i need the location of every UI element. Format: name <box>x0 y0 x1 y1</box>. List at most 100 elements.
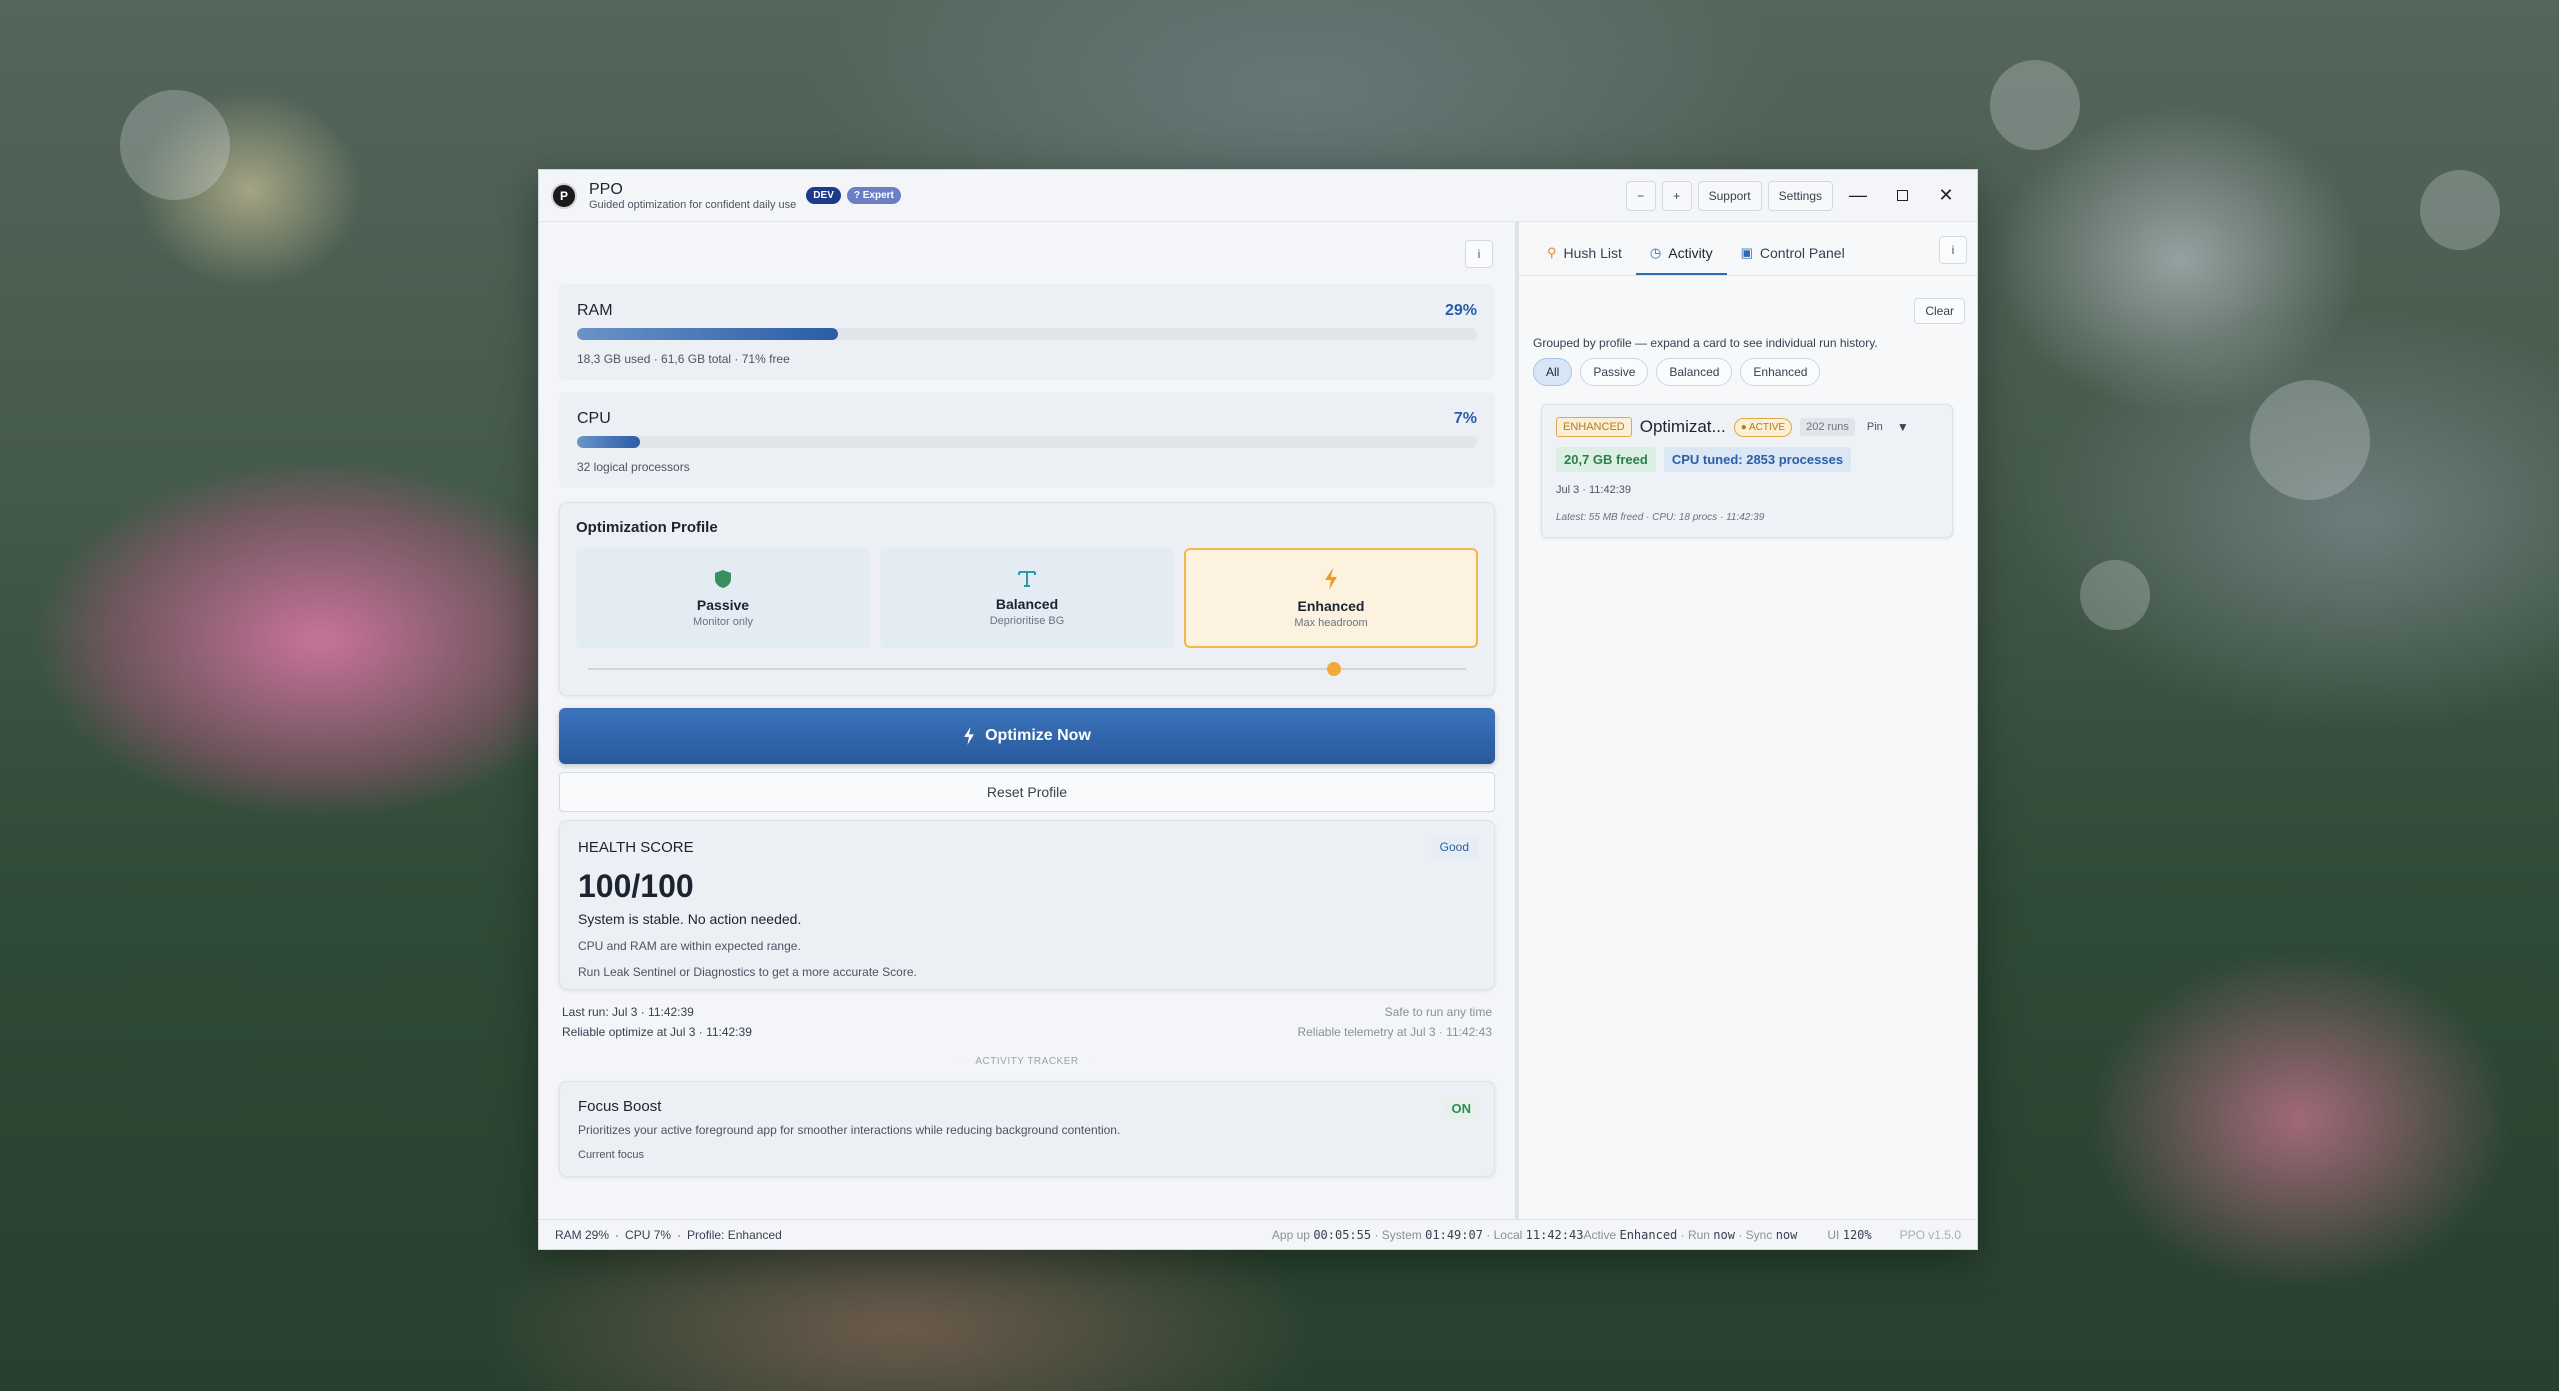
profile-sub: Deprioritise BG <box>989 614 1065 627</box>
clock-icon: ◷ <box>1649 245 1662 260</box>
profile-balanced-button[interactable]: Balanced Deprioritise BG <box>880 548 1174 648</box>
filter-enhanced[interactable]: Enhanced <box>1740 358 1821 386</box>
expert-badge[interactable]: ? Expert <box>846 187 901 204</box>
ram-label: RAM <box>577 302 613 319</box>
cpu-bar <box>577 436 1477 448</box>
reset-profile-button[interactable]: Reset Profile <box>559 772 1495 812</box>
app-logo: P <box>551 182 577 209</box>
current-focus-label: Current focus <box>578 1149 645 1161</box>
profile-name: Passive <box>696 596 750 613</box>
ram-meter: RAM 29% 18,3 GB used · 61,6 GB total · 7… <box>559 284 1495 380</box>
window-body: i RAM 29% 18,3 GB used · 61,6 GB total ·… <box>539 222 1977 1219</box>
health-hint: Run Leak Sentinel or Diagnostics to get … <box>578 965 917 979</box>
filter-chips: All Passive Balanced Enhanced <box>1533 358 1821 386</box>
slider-handle[interactable] <box>1327 662 1342 676</box>
app-window: P PPO Guided optimization for confident … <box>538 169 1978 1250</box>
cpu-tuned-tag: CPU tuned: 2853 processes <box>1663 447 1852 472</box>
last-run-text: Last run: Jul 3 · 11:42:39 <box>562 1005 694 1019</box>
chevron-down-icon[interactable]: ▼ <box>1897 420 1909 434</box>
status-sep: · <box>615 1227 620 1242</box>
status-profile: Profile: Enhanced <box>687 1227 782 1242</box>
status-bar: RAM 29% · CPU 7% · Profile: Enhanced App… <box>539 1219 1977 1249</box>
wallpaper-bokeh <box>2250 380 2370 500</box>
filter-balanced[interactable]: Balanced <box>1656 358 1733 386</box>
tab-label: Control Panel <box>1759 245 1845 261</box>
cpu-bar-fill <box>577 436 640 448</box>
health-detail: CPU and RAM are within expected range. <box>578 939 801 953</box>
maximize-icon[interactable] <box>1883 181 1921 211</box>
health-title: HEALTH SCORE <box>578 839 694 856</box>
side-tabs: ⚲ Hush List ◷ Activity ▣ Control Panel <box>1519 222 1977 276</box>
settings-button[interactable]: Settings <box>1767 180 1833 211</box>
health-score-card: HEALTH SCORE Good 100/100 System is stab… <box>559 820 1495 990</box>
tab-hush-list[interactable]: ⚲ Hush List <box>1533 245 1636 275</box>
tab-activity[interactable]: ◷ Activity <box>1635 245 1727 275</box>
bolt-icon <box>964 727 975 745</box>
wallpaper-bokeh <box>2080 560 2150 630</box>
reliable-telemetry-text: Reliable telemetry at Jul 3 · 11:42:43 <box>1297 1025 1492 1039</box>
safe-run-text: Safe to run any time <box>1384 1005 1492 1019</box>
history-latest: Latest: 55 MB freed · CPU: 18 procs · 11… <box>1556 512 1765 523</box>
status-cpu: CPU 7% <box>625 1227 672 1242</box>
cpu-percent: 7% <box>1453 410 1477 427</box>
focus-toggle[interactable]: ON <box>1444 1098 1478 1119</box>
info-button[interactable]: i <box>1939 236 1967 264</box>
optimize-now-button[interactable]: Optimize Now <box>559 708 1495 764</box>
profile-passive-button[interactable]: Passive Monitor only <box>576 548 870 648</box>
history-date: Jul 3 · 11:42:39 <box>1556 484 1632 496</box>
profile-sub: Monitor only <box>693 615 753 628</box>
wallpaper-bokeh <box>2420 170 2500 250</box>
main-panel: i RAM 29% 18,3 GB used · 61,6 GB total ·… <box>539 222 1519 1219</box>
cpu-detail: 32 logical processors <box>577 460 690 474</box>
reliable-optimize-text: Reliable optimize at Jul 3 · 11:42:39 <box>562 1025 752 1039</box>
panel-spacer <box>559 240 1495 272</box>
support-button[interactable]: Support <box>1697 180 1762 211</box>
app-subtitle: Guided optimization for confident daily … <box>589 198 797 211</box>
shield-icon <box>715 569 731 588</box>
filter-all[interactable]: All <box>1533 358 1573 386</box>
profile-sub: Max headroom <box>1294 616 1368 629</box>
cpu-label: CPU <box>577 410 611 427</box>
status-sep: · <box>677 1227 682 1242</box>
focus-boost-card: Focus Boost ON Prioritizes your active f… <box>559 1081 1495 1177</box>
profile-slider[interactable] <box>588 662 1466 676</box>
status-ram: RAM 29% <box>555 1227 610 1242</box>
tab-control-panel[interactable]: ▣ Control Panel <box>1727 245 1859 275</box>
status-badge: Good <box>1430 835 1478 859</box>
cpu-meter: CPU 7% 32 logical processors <box>559 392 1495 488</box>
side-panel: ⚲ Hush List ◷ Activity ▣ Control Panel i Cl… <box>1519 222 1977 1219</box>
run-info: Last run: Jul 3 · 11:42:39 Reliable opti… <box>559 1002 1495 1042</box>
wallpaper-bokeh <box>1990 60 2080 150</box>
pin-button[interactable]: Pin <box>1867 421 1883 433</box>
ram-percent: 29% <box>1444 302 1477 319</box>
runs-count: 202 runs <box>1800 418 1855 436</box>
close-icon[interactable]: ✕ <box>1927 181 1965 211</box>
focus-description: Prioritizes your active foreground app f… <box>578 1123 1121 1137</box>
dev-badge: DEV <box>806 187 841 204</box>
minimize-icon[interactable]: — <box>1839 181 1877 211</box>
clear-button[interactable]: Clear <box>1914 298 1965 324</box>
profile-name: Enhanced <box>1297 597 1365 614</box>
filter-passive[interactable]: Passive <box>1580 358 1649 386</box>
title-actions: − + Support Settings — ✕ <box>1625 180 1965 211</box>
history-name: Optimizat... <box>1639 417 1726 436</box>
optimization-profile-card: Optimization Profile Passive Monitor onl… <box>559 502 1495 696</box>
ram-bar-fill <box>577 328 838 340</box>
history-card[interactable]: ENHANCED Optimizat... ● ACTIVE 202 runs … <box>1541 404 1953 538</box>
freed-tag: 20,7 GB freed <box>1556 447 1656 472</box>
zoom-in-button[interactable]: + <box>1661 180 1692 211</box>
ram-detail: 18,3 GB used · 61,6 GB total · 71% free <box>577 352 790 366</box>
zoom-out-button[interactable]: − <box>1625 180 1656 211</box>
activity-tracker-divider: ACTIVITY TRACKER <box>559 1056 1495 1067</box>
focus-title: Focus Boost <box>578 1098 662 1115</box>
status-activity: Active Enhanced · Run now · Sync now <box>1583 1227 1798 1242</box>
profile-options: Passive Monitor only Balanced Deprioriti… <box>576 548 1478 648</box>
active-tag: ● ACTIVE <box>1733 417 1793 437</box>
monitor-icon: ▣ <box>1740 245 1753 260</box>
profile-title: Optimization Profile <box>576 519 718 536</box>
title-bar[interactable]: P PPO Guided optimization for confident … <box>539 170 1977 222</box>
grouped-hint: Grouped by profile — expand a card to se… <box>1533 336 1878 350</box>
hush-icon: ⚲ <box>1547 245 1557 260</box>
info-button[interactable]: i <box>1465 240 1493 268</box>
profile-enhanced-button[interactable]: Enhanced Max headroom <box>1184 548 1478 648</box>
